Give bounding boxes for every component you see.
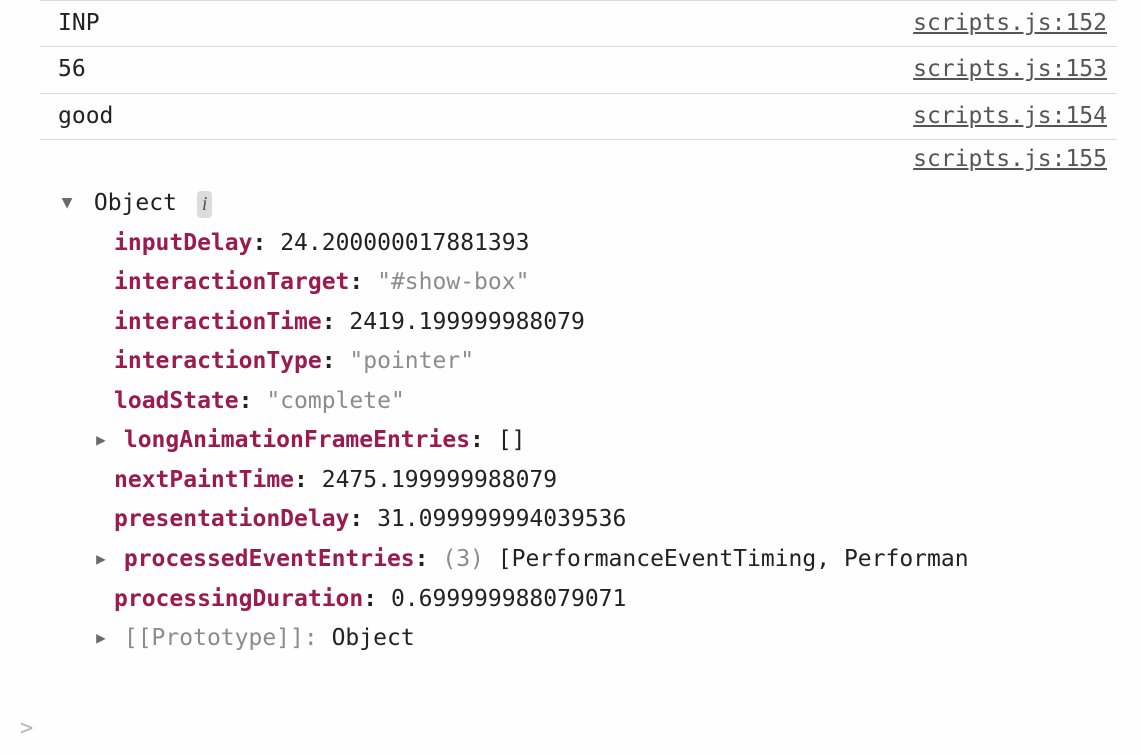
- object-block: Object i inputDelay: 24.200000017881393 …: [40, 178, 1117, 665]
- info-icon[interactable]: i: [197, 191, 213, 218]
- prop-key: longAnimationFrameEntries: [124, 427, 470, 453]
- prop-value: 31.099999994039536: [377, 506, 626, 532]
- object-property[interactable]: inputDelay: 24.200000017881393: [58, 224, 1107, 264]
- object-property-expandable[interactable]: processedEventEntries: (3) [PerformanceE…: [58, 540, 1107, 580]
- prop-value: [PerformanceEventTiming, Performan: [498, 546, 969, 572]
- prop-value: 2475.199999988079: [322, 467, 557, 493]
- source-link[interactable]: scripts.js:152: [913, 7, 1107, 40]
- prop-value: []: [498, 427, 526, 453]
- source-link[interactable]: scripts.js:154: [913, 100, 1107, 133]
- console-prompt[interactable]: >: [20, 716, 33, 741]
- log-row: INP scripts.js:152: [40, 0, 1117, 47]
- object-property[interactable]: interactionTarget: "#show-box": [58, 263, 1107, 303]
- source-link[interactable]: scripts.js:155: [913, 146, 1107, 172]
- source-link[interactable]: scripts.js:153: [913, 53, 1107, 86]
- prop-count: (3): [442, 546, 484, 572]
- chevron-down-icon[interactable]: [58, 188, 76, 219]
- object-property[interactable]: interactionType: "pointer": [58, 342, 1107, 382]
- prop-key: processedEventEntries: [124, 546, 415, 572]
- prop-key: inputDelay: [114, 230, 252, 256]
- prop-key: nextPaintTime: [114, 467, 294, 493]
- prop-value: 2419.199999988079: [349, 309, 584, 335]
- log-message: INP: [58, 7, 100, 40]
- object-property[interactable]: presentationDelay: 31.099999994039536: [58, 500, 1107, 540]
- prototype-label: [[Prototype]]: [124, 625, 304, 651]
- object-property[interactable]: loadState: "complete": [58, 382, 1107, 422]
- prototype-value: Object: [332, 625, 415, 651]
- prop-key: interactionTarget: [114, 269, 349, 295]
- log-message: good: [58, 100, 113, 133]
- prop-value: "pointer": [349, 348, 474, 374]
- prop-value: "#show-box": [377, 269, 529, 295]
- object-property[interactable]: nextPaintTime: 2475.199999988079: [58, 461, 1107, 501]
- chevron-right-icon[interactable]: [92, 425, 110, 456]
- log-row-object: scripts.js:155: [40, 140, 1117, 178]
- object-property-expandable[interactable]: longAnimationFrameEntries: []: [58, 421, 1107, 461]
- chevron-right-icon[interactable]: [92, 623, 110, 654]
- prop-value: 24.200000017881393: [280, 230, 529, 256]
- prop-key: processingDuration: [114, 586, 363, 612]
- prop-value: "complete": [266, 388, 404, 414]
- log-row: good scripts.js:154: [40, 94, 1117, 140]
- object-property[interactable]: interactionTime: 2419.199999988079: [58, 303, 1107, 343]
- prop-key: interactionTime: [114, 309, 322, 335]
- object-property[interactable]: processingDuration: 0.699999988079071: [58, 580, 1107, 620]
- object-title: Object: [94, 190, 177, 216]
- object-header[interactable]: Object i: [58, 184, 1107, 224]
- prop-value: 0.699999988079071: [391, 586, 626, 612]
- log-message: 56: [58, 53, 86, 86]
- log-row: 56 scripts.js:153: [40, 47, 1117, 93]
- prop-key: loadState: [114, 388, 239, 414]
- chevron-right-icon[interactable]: [92, 544, 110, 575]
- prop-key: presentationDelay: [114, 506, 349, 532]
- console-panel: INP scripts.js:152 56 scripts.js:153 goo…: [0, 0, 1141, 755]
- object-property-expandable[interactable]: [[Prototype]]: Object: [58, 619, 1107, 659]
- prop-key: interactionType: [114, 348, 322, 374]
